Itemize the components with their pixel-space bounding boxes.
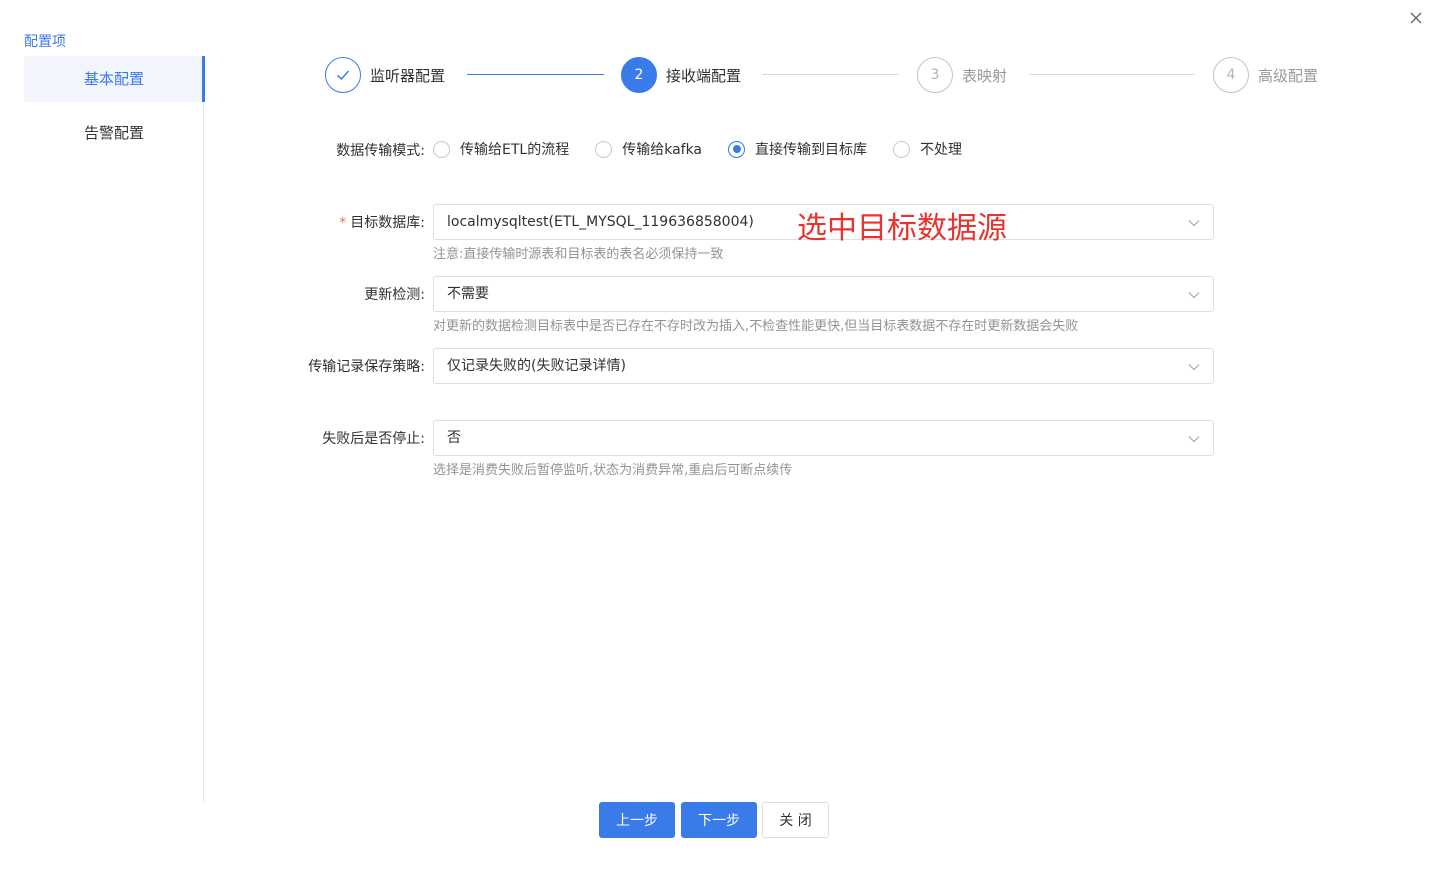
step-connector (1029, 74, 1195, 75)
prev-step-button[interactable]: 上一步 (599, 802, 675, 838)
chevron-down-icon (1188, 436, 1200, 443)
close-button[interactable]: 关 闭 (762, 802, 829, 838)
record-policy-value: 仅记录失败的(失败记录详情) (447, 358, 626, 374)
step-label: 表映射 (962, 67, 1008, 85)
radio-direct-target[interactable]: 直接传输到目标库 (728, 139, 867, 159)
radio-no-process[interactable]: 不处理 (893, 139, 962, 159)
step-connector (467, 74, 604, 75)
step-number: 2 (621, 57, 657, 93)
stop-on-fail-value: 否 (447, 430, 461, 446)
update-check-label: 更新检测: (364, 287, 425, 303)
sidebar-item-basic-config[interactable]: 基本配置 (24, 56, 205, 102)
radio-unchecked-icon (893, 140, 911, 158)
update-check-select[interactable]: 不需要 (433, 276, 1214, 312)
radio-label: 直接传输到目标库 (755, 142, 868, 158)
target-db-value: localmysqltest(ETL_MYSQL_119636858004) (447, 214, 754, 230)
update-check-hint: 对更新的数据检测目标表中是否已存在不存时改为插入,不检查性能更快,但当目标表数据… (433, 319, 1079, 334)
step-connector (762, 74, 899, 75)
target-db-label-text: 目标数据库: (350, 215, 425, 231)
sidebar: 基本配置 告警配置 (24, 56, 205, 802)
radio-kafka[interactable]: 传输给kafka (595, 139, 702, 159)
chevron-down-icon (1188, 220, 1200, 227)
next-step-button[interactable]: 下一步 (681, 802, 757, 838)
step-number: 4 (1213, 57, 1249, 93)
update-check-value: 不需要 (447, 286, 489, 302)
step-label: 高级配置 (1258, 67, 1319, 85)
sidebar-item-label: 基本配置 (83, 70, 144, 88)
record-policy-label: 传输记录保存策略: (308, 359, 425, 375)
sidebar-item-label: 告警配置 (83, 124, 144, 142)
stop-on-fail-hint: 选择是消费失败后暂停监听,状态为消费异常,重启后可断点续传 (433, 463, 793, 478)
step-label: 监听器配置 (370, 67, 446, 85)
chevron-down-icon (1188, 292, 1200, 299)
transmission-mode-radio-group: 传输给ETL的流程 传输给kafka 直接传输到目标库 不处理 (433, 139, 988, 159)
stop-on-fail-label: 失败后是否停止: (322, 431, 425, 447)
step-check-icon (325, 57, 361, 93)
target-db-hint: 注意:直接传输时源表和目标表的表名必须保持一致 (433, 247, 724, 262)
required-mark: * (339, 215, 347, 231)
sidebar-item-alert-config[interactable]: 告警配置 (24, 110, 204, 156)
dialog-close-icon[interactable] (1404, 6, 1428, 30)
record-policy-select[interactable]: 仅记录失败的(失败记录详情) (433, 348, 1214, 384)
sidebar-title: 配置项 (24, 34, 66, 50)
step-number: 3 (917, 57, 953, 93)
target-db-label: * 目标数据库: (339, 212, 425, 232)
radio-unchecked-icon (595, 140, 613, 158)
radio-label: 传输给kafka (622, 142, 703, 158)
radio-label: 传输给ETL的流程 (460, 142, 570, 158)
radio-etl-flow[interactable]: 传输给ETL的流程 (433, 139, 569, 159)
chevron-down-icon (1188, 364, 1200, 371)
radio-label: 不处理 (920, 142, 963, 158)
step-label: 接收端配置 (666, 67, 742, 85)
annotation-text: 选中目标数据源 (797, 211, 1007, 246)
radio-unchecked-icon (433, 140, 450, 158)
transmission-mode-label: 数据传输模式: (336, 143, 425, 159)
stop-on-fail-select[interactable]: 否 (433, 420, 1214, 456)
radio-checked-icon (728, 140, 746, 158)
